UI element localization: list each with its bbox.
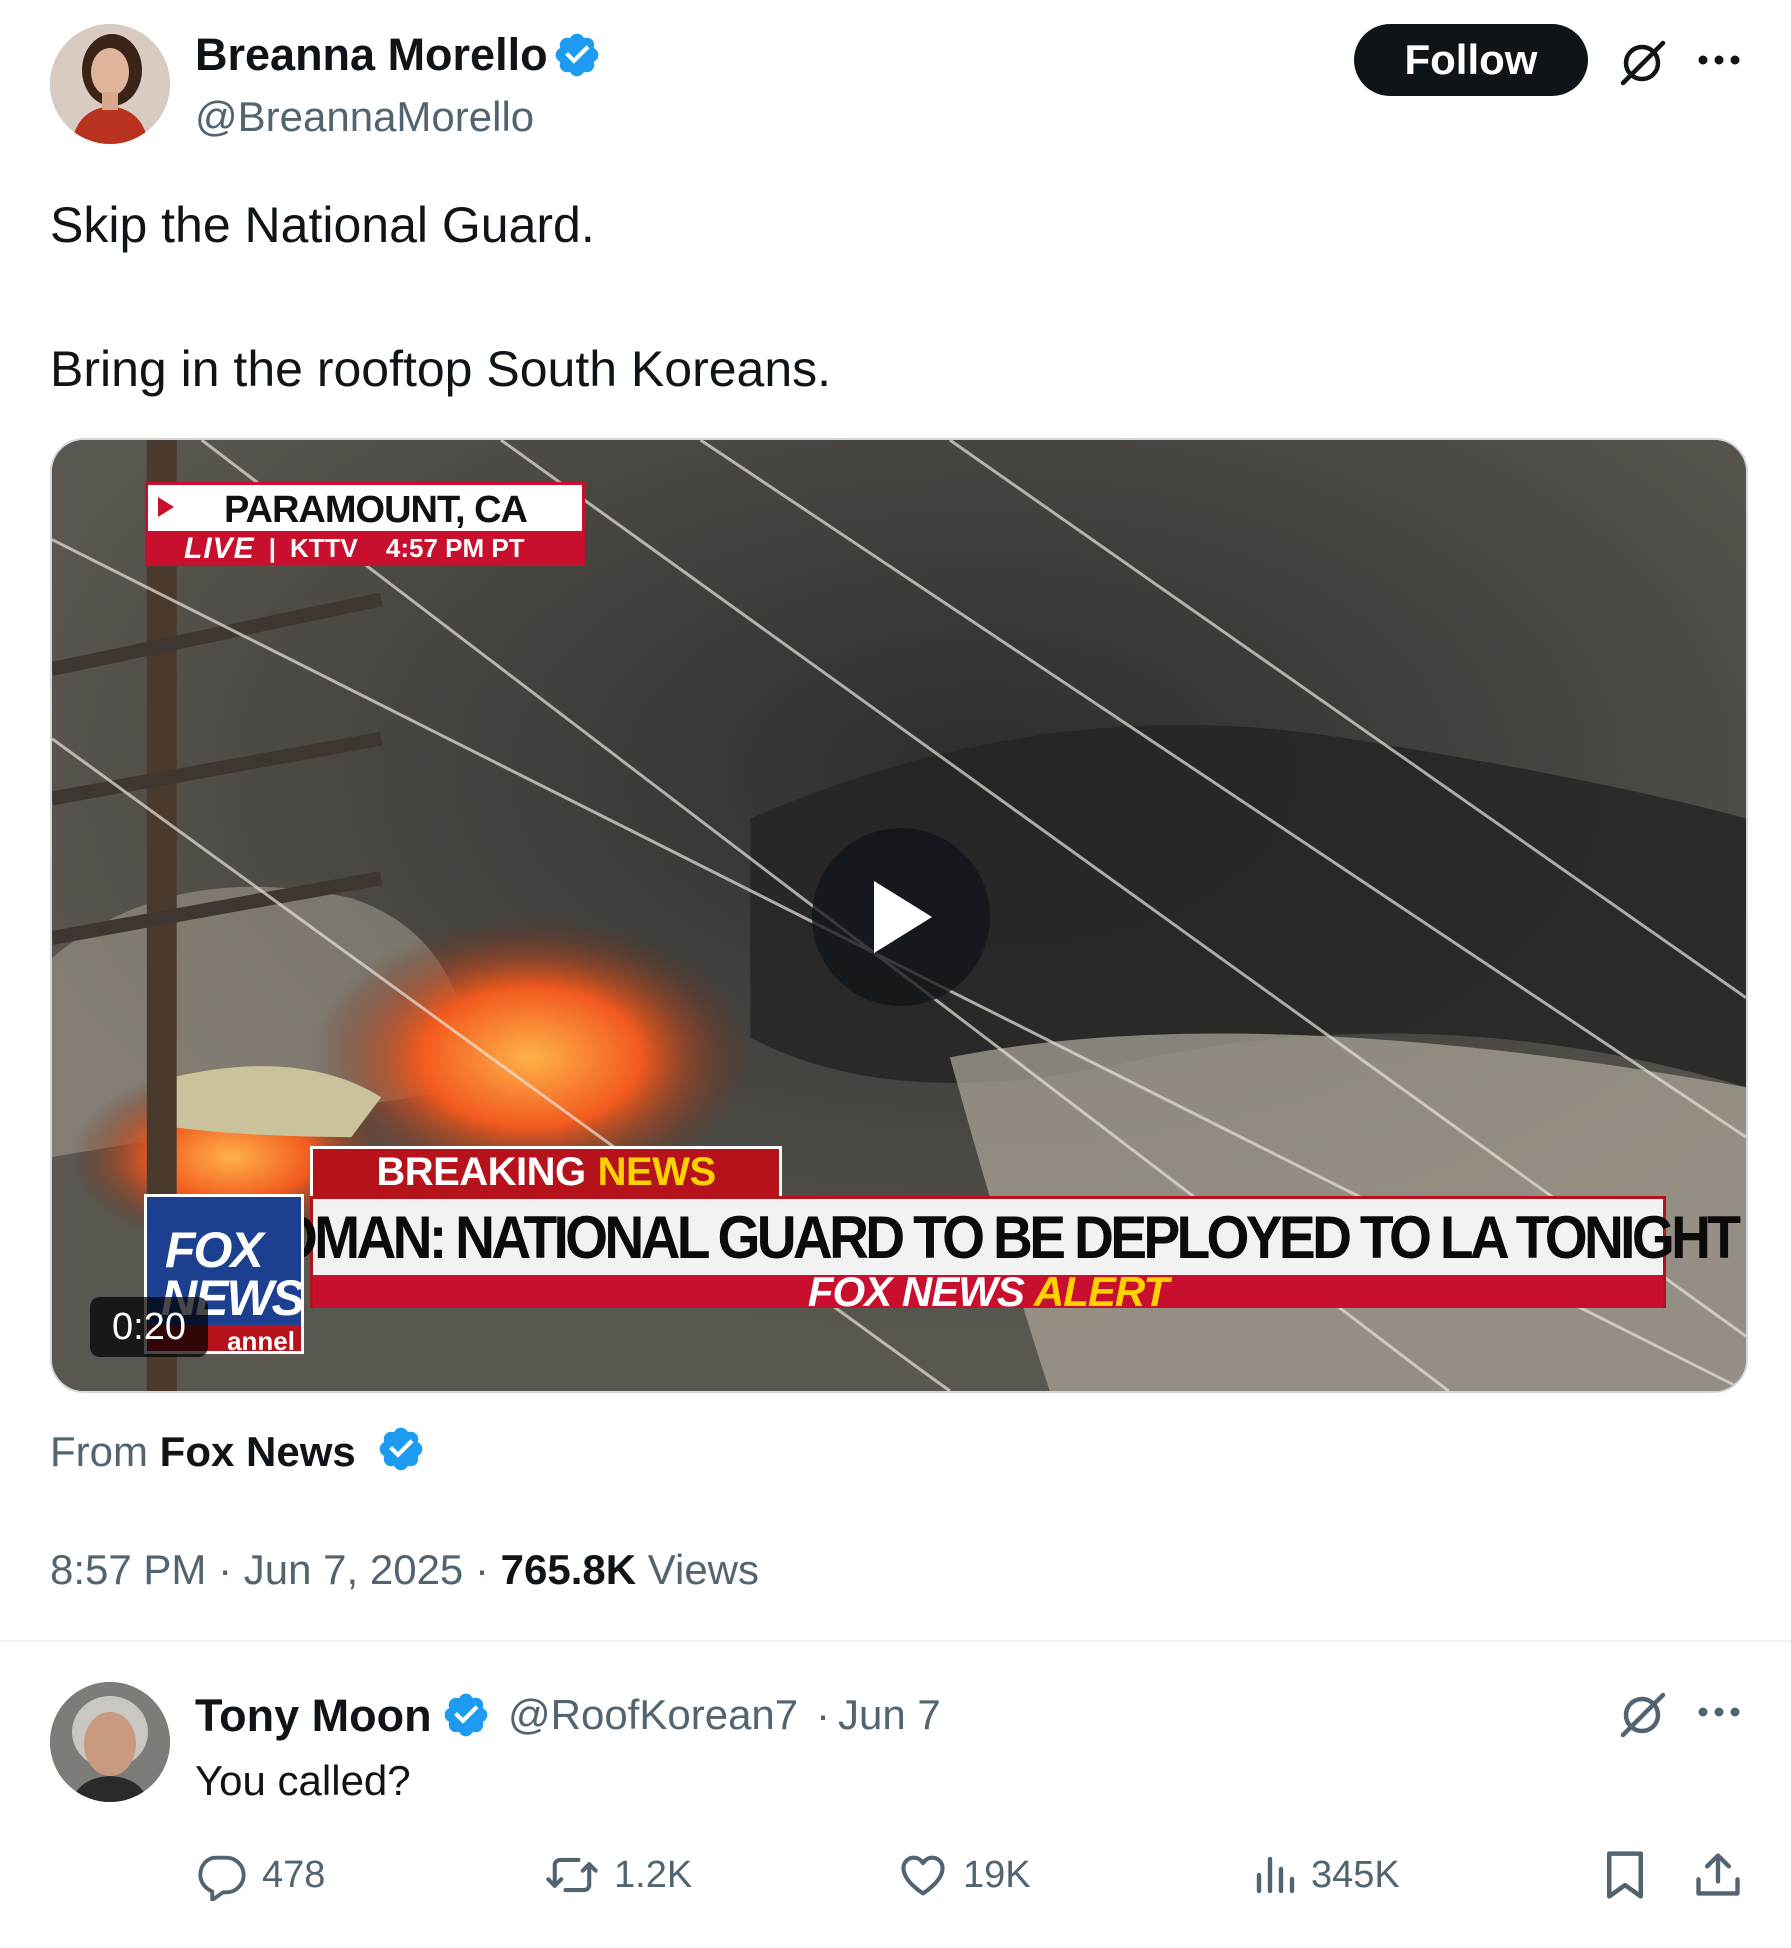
views-count-reply: 345K xyxy=(1311,1853,1400,1896)
like-count: 19K xyxy=(963,1853,1031,1896)
share-button[interactable] xyxy=(1692,1845,1744,1905)
follow-button[interactable]: Follow xyxy=(1354,24,1588,96)
from-source-link[interactable]: Fox News xyxy=(160,1428,356,1475)
location-header: PARAMOUNT, CA xyxy=(148,485,582,531)
video-source-attribution: From Fox News xyxy=(50,1428,356,1476)
post-date[interactable]: Jun 7, 2025 xyxy=(244,1546,464,1593)
alert-fox-news: FOX NEWS xyxy=(807,1267,1025,1315)
broadcast-time: 4:57 PM PT xyxy=(385,533,525,563)
breaking-news-label: NEWS xyxy=(597,1150,717,1194)
reply-author-handle[interactable]: @RoofKorean7 xyxy=(508,1694,798,1736)
verified-badge-icon xyxy=(379,1427,423,1471)
share-icon xyxy=(1696,1853,1740,1896)
station-label: KTTV xyxy=(289,533,358,563)
more-icon[interactable] xyxy=(1694,38,1744,82)
bookmark-button[interactable] xyxy=(1600,1845,1650,1905)
breaking-news-tab: BREAKING NEWS xyxy=(310,1146,782,1196)
reply-button[interactable]: 478 xyxy=(196,1845,325,1905)
live-label: LIVE xyxy=(184,531,255,565)
location-text: PARAMOUNT, CA xyxy=(224,489,528,531)
views-icon xyxy=(1256,1856,1295,1894)
live-arrow-icon xyxy=(158,497,174,517)
breaking-label: BREAKING xyxy=(376,1150,586,1194)
author-handle[interactable]: @BreannaMorello xyxy=(195,96,534,138)
meta-separator: · xyxy=(218,1546,233,1593)
views-count: 765.8K xyxy=(500,1546,637,1593)
reply-author-name[interactable]: Tony Moon xyxy=(195,1693,432,1738)
views-label: Views xyxy=(647,1546,760,1593)
repost-button[interactable]: 1.2K xyxy=(544,1845,692,1905)
like-button[interactable]: 19K xyxy=(897,1845,1031,1905)
play-button[interactable] xyxy=(812,828,990,1006)
bookmark-icon xyxy=(1607,1851,1643,1899)
live-strip: LIVE | KTTV 4:57 PM PT xyxy=(148,531,582,566)
author-avatar[interactable] xyxy=(50,24,170,144)
reply-date[interactable]: Jun 7 xyxy=(838,1694,941,1736)
tweet-page: Breanna Morello @BreannaMorello Follow S… xyxy=(0,0,1791,1948)
video-player[interactable]: PARAMOUNT, CA LIVE | KTTV 4:57 PM PT BRE… xyxy=(50,438,1748,1393)
main-post: Breanna Morello @BreannaMorello Follow S… xyxy=(0,0,1791,1642)
grok-icon[interactable] xyxy=(1614,34,1670,90)
location-lower-third: PARAMOUNT, CA LIVE | KTTV 4:57 PM PT xyxy=(145,482,585,566)
reply-icon xyxy=(198,1855,246,1901)
reply-author-avatar[interactable] xyxy=(50,1682,170,1802)
reply-text: You called? xyxy=(195,1757,411,1804)
video-duration: 0:20 xyxy=(90,1297,208,1357)
from-prefix: From xyxy=(50,1428,148,1475)
meta-separator: · xyxy=(474,1546,489,1593)
more-icon[interactable] xyxy=(1694,1690,1744,1734)
post-metadata: 8:57 PM · Jun 7, 2025 · 765.8K Views xyxy=(50,1546,759,1594)
reply-count: 478 xyxy=(262,1853,326,1896)
play-icon xyxy=(874,881,932,953)
grok-icon[interactable] xyxy=(1614,1686,1670,1742)
post-text-line-2: Bring in the rooftop South Koreans. xyxy=(50,341,832,397)
post-text-line-1: Skip the National Guard. xyxy=(50,197,595,253)
author-name[interactable]: Breanna Morello xyxy=(195,32,548,77)
post-time[interactable]: 8:57 PM xyxy=(50,1546,206,1593)
chyron-headline: HOMAN: NATIONAL GUARD TO BE DEPLOYED TO … xyxy=(238,1203,1741,1271)
news-chyron: HOMAN: NATIONAL GUARD TO BE DEPLOYED TO … xyxy=(238,1196,1741,1315)
alert-strip: FOX NEWS ALERT xyxy=(313,1268,1663,1315)
verified-badge-icon xyxy=(444,1693,488,1737)
meta-separator: · xyxy=(816,1691,830,1738)
verified-badge-icon xyxy=(555,33,599,77)
live-divider: | xyxy=(268,533,276,563)
like-icon xyxy=(901,1855,945,1896)
repost-icon xyxy=(546,1857,598,1893)
views-button[interactable]: 345K xyxy=(1253,1845,1400,1905)
alert-word: ALERT xyxy=(1033,1267,1169,1315)
repost-count: 1.2K xyxy=(614,1853,693,1896)
